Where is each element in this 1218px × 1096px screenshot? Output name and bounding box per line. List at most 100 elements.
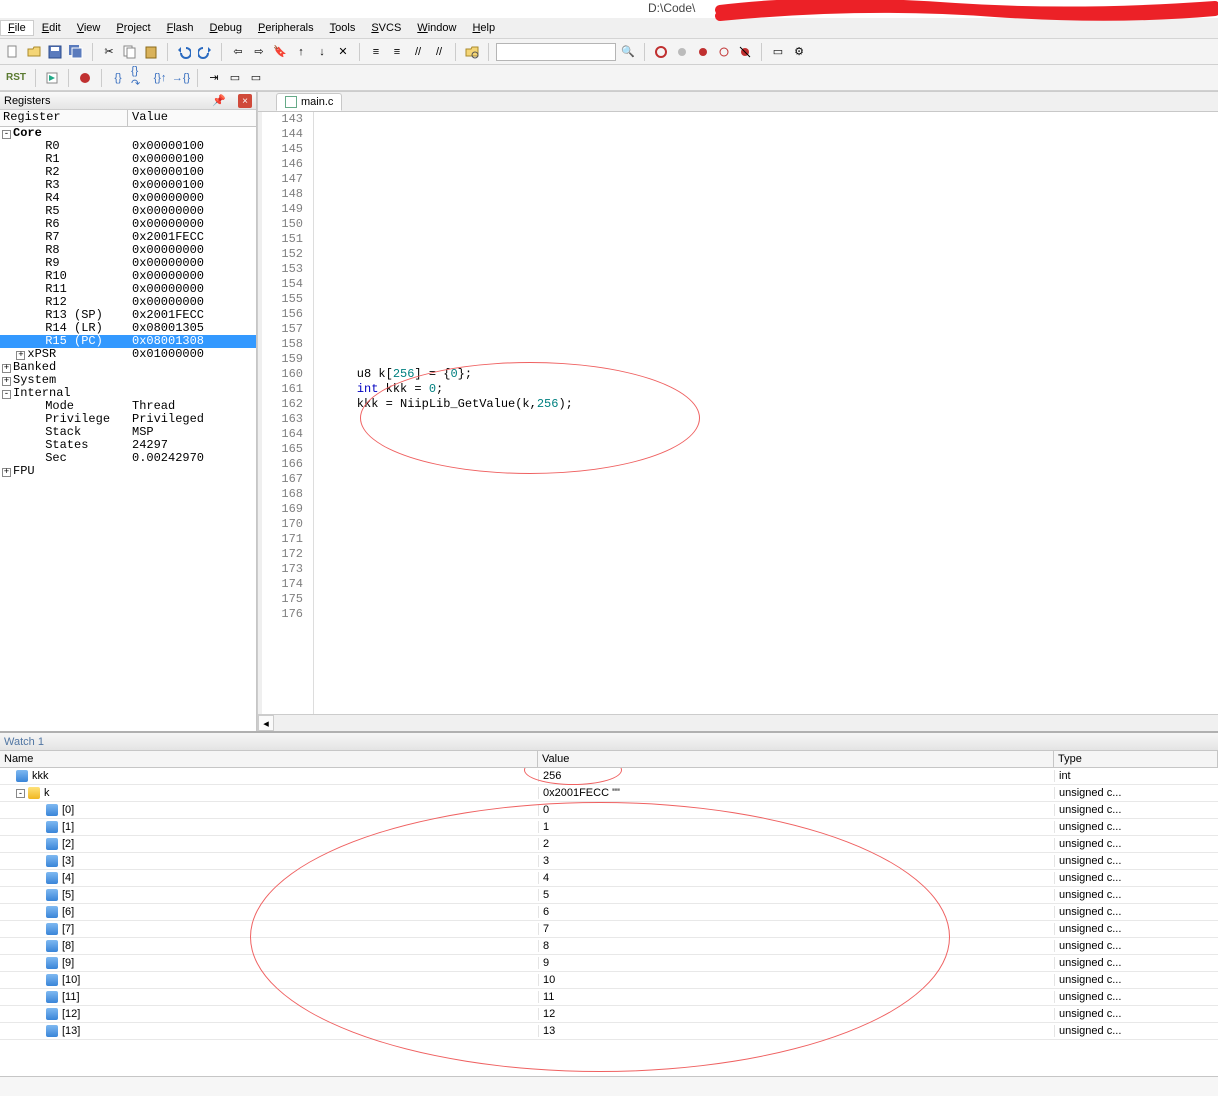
code-line-161[interactable]: int kkk = 0;	[328, 382, 1218, 397]
code-line-143[interactable]	[328, 112, 1218, 127]
watch-col-name[interactable]: Name	[0, 751, 538, 767]
watch-row[interactable]: [3]3unsigned c...	[0, 853, 1218, 870]
menu-peripherals[interactable]: Peripherals	[250, 20, 322, 36]
register-row[interactable]: R10x00000100	[0, 153, 256, 166]
code-line-148[interactable]	[328, 187, 1218, 202]
registers-list[interactable]: -Core R00x00000100 R10x00000100 R20x0000…	[0, 127, 256, 731]
step-out-icon[interactable]: {}↑	[151, 69, 169, 87]
register-row[interactable]: R50x00000000	[0, 205, 256, 218]
register-row[interactable]: +System	[0, 374, 256, 387]
code-line-144[interactable]	[328, 127, 1218, 142]
debug-icon[interactable]	[652, 43, 670, 61]
code-line-160[interactable]: u8 k[256] = {0};	[328, 367, 1218, 382]
watch-row[interactable]: [11]11unsigned c...	[0, 989, 1218, 1006]
breakpoint-disable-icon[interactable]	[715, 43, 733, 61]
register-row[interactable]: +xPSR0x01000000	[0, 348, 256, 361]
code-line-176[interactable]	[328, 607, 1218, 622]
bookmark-icon[interactable]: 🔖	[271, 43, 289, 61]
register-row[interactable]: R00x00000100	[0, 140, 256, 153]
register-row[interactable]: StackMSP	[0, 426, 256, 439]
register-row[interactable]: R60x00000000	[0, 218, 256, 231]
outdent-icon[interactable]: ≡	[388, 43, 406, 61]
undo-icon[interactable]	[175, 43, 193, 61]
code-line-157[interactable]	[328, 322, 1218, 337]
register-row[interactable]: R20x00000100	[0, 166, 256, 179]
watch-col-value[interactable]: Value	[538, 751, 1054, 767]
stop-icon[interactable]	[76, 69, 94, 87]
code-line-171[interactable]	[328, 532, 1218, 547]
code-line-149[interactable]	[328, 202, 1218, 217]
editor-hscroll[interactable]: ◂	[258, 714, 1218, 731]
find-combo[interactable]	[496, 43, 616, 61]
file-tab-main[interactable]: main.c	[276, 93, 342, 111]
pin-icon[interactable]: 📌	[212, 94, 226, 107]
run-icon[interactable]	[43, 69, 61, 87]
watch-row[interactable]: -k0x2001FECC ""unsigned c...	[0, 785, 1218, 802]
open-icon[interactable]	[25, 43, 43, 61]
watch-row[interactable]: [5]5unsigned c...	[0, 887, 1218, 904]
code-line-169[interactable]	[328, 502, 1218, 517]
breakpoint-enable-icon[interactable]	[694, 43, 712, 61]
menu-tools[interactable]: Tools	[322, 20, 364, 36]
watch-row[interactable]: [13]13unsigned c...	[0, 1023, 1218, 1040]
cut-icon[interactable]: ✂	[100, 43, 118, 61]
menu-project[interactable]: Project	[108, 20, 158, 36]
register-row[interactable]: R100x00000000	[0, 270, 256, 283]
comment-icon[interactable]: //	[409, 43, 427, 61]
register-row[interactable]: R14 (LR)0x08001305	[0, 322, 256, 335]
register-row[interactable]: R15 (PC)0x08001308	[0, 335, 256, 348]
register-row[interactable]: PrivilegePrivileged	[0, 413, 256, 426]
show-next-icon[interactable]: ⇥	[205, 69, 223, 87]
register-row[interactable]: R30x00000100	[0, 179, 256, 192]
save-icon[interactable]	[46, 43, 64, 61]
command-window-icon[interactable]: ▭	[226, 69, 244, 87]
code-line-159[interactable]	[328, 352, 1218, 367]
code-line-146[interactable]	[328, 157, 1218, 172]
code-line-174[interactable]	[328, 577, 1218, 592]
watch-row[interactable]: [2]2unsigned c...	[0, 836, 1218, 853]
disasm-window-icon[interactable]: ▭	[247, 69, 265, 87]
bookmark-next-icon[interactable]: ↓	[313, 43, 331, 61]
code-line-151[interactable]	[328, 232, 1218, 247]
watch-row[interactable]: [12]12unsigned c...	[0, 1006, 1218, 1023]
step-over-icon[interactable]: {}↷	[130, 69, 148, 87]
watch-col-type[interactable]: Type	[1054, 751, 1218, 767]
code-body[interactable]: u8 k[256] = {0}; int kkk = 0; kkk = Niip…	[314, 112, 1218, 714]
watch-row[interactable]: [8]8unsigned c...	[0, 938, 1218, 955]
menu-window[interactable]: Window	[409, 20, 464, 36]
code-line-170[interactable]	[328, 517, 1218, 532]
code-line-154[interactable]	[328, 277, 1218, 292]
code-line-164[interactable]	[328, 427, 1218, 442]
code-line-155[interactable]	[328, 292, 1218, 307]
register-row[interactable]: R90x00000000	[0, 257, 256, 270]
config-icon[interactable]: ⚙	[790, 43, 808, 61]
code-line-158[interactable]	[328, 337, 1218, 352]
menu-svcs[interactable]: SVCS	[363, 20, 409, 36]
code-line-162[interactable]: kkk = NiipLib_GetValue(k,256);	[328, 397, 1218, 412]
register-row[interactable]: R70x2001FECC	[0, 231, 256, 244]
watch-row[interactable]: [4]4unsigned c...	[0, 870, 1218, 887]
code-line-145[interactable]	[328, 142, 1218, 157]
register-row[interactable]: -Internal	[0, 387, 256, 400]
breakpoint-kill-icon[interactable]	[736, 43, 754, 61]
register-row[interactable]: R40x00000000	[0, 192, 256, 205]
paste-icon[interactable]	[142, 43, 160, 61]
scroll-left-icon[interactable]: ◂	[258, 715, 274, 731]
value-col-header[interactable]: Value	[128, 110, 256, 126]
code-line-163[interactable]	[328, 412, 1218, 427]
redo-icon[interactable]	[196, 43, 214, 61]
watch-row[interactable]: kkk256int	[0, 768, 1218, 785]
code-line-153[interactable]	[328, 262, 1218, 277]
run-to-cursor-icon[interactable]: →{}	[172, 69, 190, 87]
register-row[interactable]: -Core	[0, 127, 256, 140]
find-folder-icon[interactable]	[463, 43, 481, 61]
code-line-167[interactable]	[328, 472, 1218, 487]
watch-row[interactable]: [10]10unsigned c...	[0, 972, 1218, 989]
new-file-icon[interactable]	[4, 43, 22, 61]
code-line-173[interactable]	[328, 562, 1218, 577]
menu-flash[interactable]: Flash	[159, 20, 202, 36]
watch-row[interactable]: [0]0unsigned c...	[0, 802, 1218, 819]
breakpoint-insert-icon[interactable]	[673, 43, 691, 61]
nav-fwd-icon[interactable]: ⇨	[250, 43, 268, 61]
register-row[interactable]: ModeThread	[0, 400, 256, 413]
